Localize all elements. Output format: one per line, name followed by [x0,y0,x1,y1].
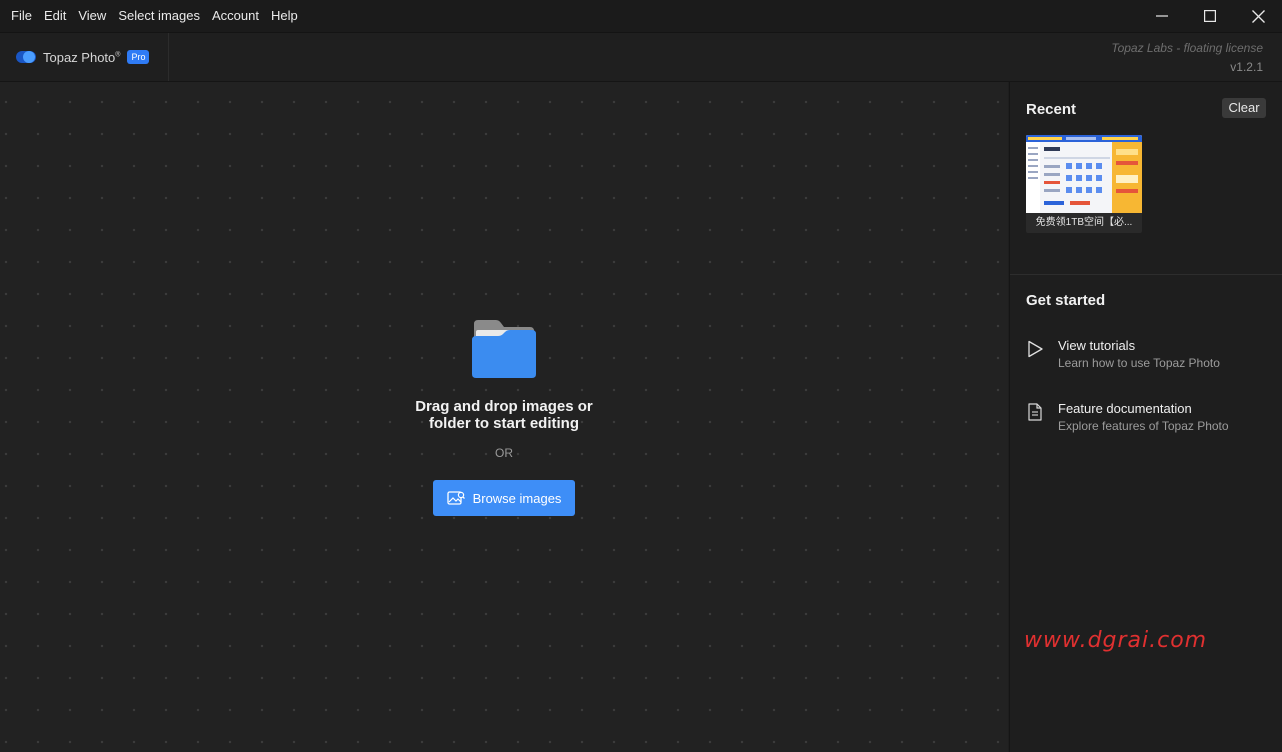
view-tutorials-subtitle: Learn how to use Topaz Photo [1058,356,1220,370]
app-name: Topaz Photo® [43,49,121,65]
drop-canvas[interactable]: Drag and drop images or folder to start … [0,82,1008,752]
menu-help[interactable]: Help [265,0,304,32]
version-text: v1.2.1 [1230,60,1263,74]
app-header: Topaz Photo® Pro Topaz Labs - floating l… [0,33,1282,82]
drop-zone: Drag and drop images or folder to start … [404,318,604,518]
feature-documentation-link[interactable]: Feature documentation Explore features o… [1026,401,1266,437]
view-tutorials-title: View tutorials [1058,338,1136,353]
view-tutorials-link[interactable]: View tutorials Learn how to use Topaz Ph… [1026,338,1266,374]
brand: Topaz Photo® Pro [0,33,169,81]
menu-view[interactable]: View [72,0,112,32]
title-bar: File Edit View Select images Account Hel… [0,0,1282,33]
watermark-text: www.dgrai.com [1024,628,1208,653]
pro-badge: Pro [127,50,150,64]
close-button[interactable] [1234,0,1282,32]
recent-item-caption: 免费领1TB空间【必... [1035,217,1133,228]
image-browse-icon [446,491,465,505]
license-text: Topaz Labs - floating license [1111,41,1263,55]
maximize-button[interactable] [1186,0,1234,32]
play-icon [1028,340,1043,358]
topaz-logo-icon [16,50,38,64]
maximize-icon [1204,10,1216,22]
menu-file[interactable]: File [0,0,38,32]
recent-item[interactable]: 免费领1TB空间【必... [1026,135,1142,233]
folder-icon [472,320,536,378]
browse-images-label: Browse images [472,490,562,506]
menu-edit[interactable]: Edit [38,0,72,32]
drop-text-line2: folder to start editing [429,415,579,432]
drop-instructions: Drag and drop images or folder to start … [404,398,604,432]
recent-thumbnail [1026,135,1142,213]
document-icon [1028,403,1042,421]
close-icon [1251,9,1265,23]
recent-title: Recent [1026,101,1077,118]
get-started-title: Get started [1026,292,1106,309]
feature-documentation-subtitle: Explore features of Topaz Photo [1058,419,1229,433]
menu-account[interactable]: Account [206,0,265,32]
window-controls [1138,0,1282,32]
menu-select-images[interactable]: Select images [112,0,206,32]
or-separator: OR [495,446,513,460]
minimize-button[interactable] [1138,0,1186,32]
panel-divider [1010,274,1282,275]
feature-documentation-title: Feature documentation [1058,401,1192,416]
minimize-icon [1156,15,1168,17]
trademark: ® [115,51,121,59]
clear-recent-button[interactable]: Clear [1222,98,1266,118]
menu-bar: File Edit View Select images Account Hel… [0,0,304,32]
browse-images-button[interactable]: Browse images [433,480,575,516]
drop-text-line1: Drag and drop images or [415,398,593,415]
